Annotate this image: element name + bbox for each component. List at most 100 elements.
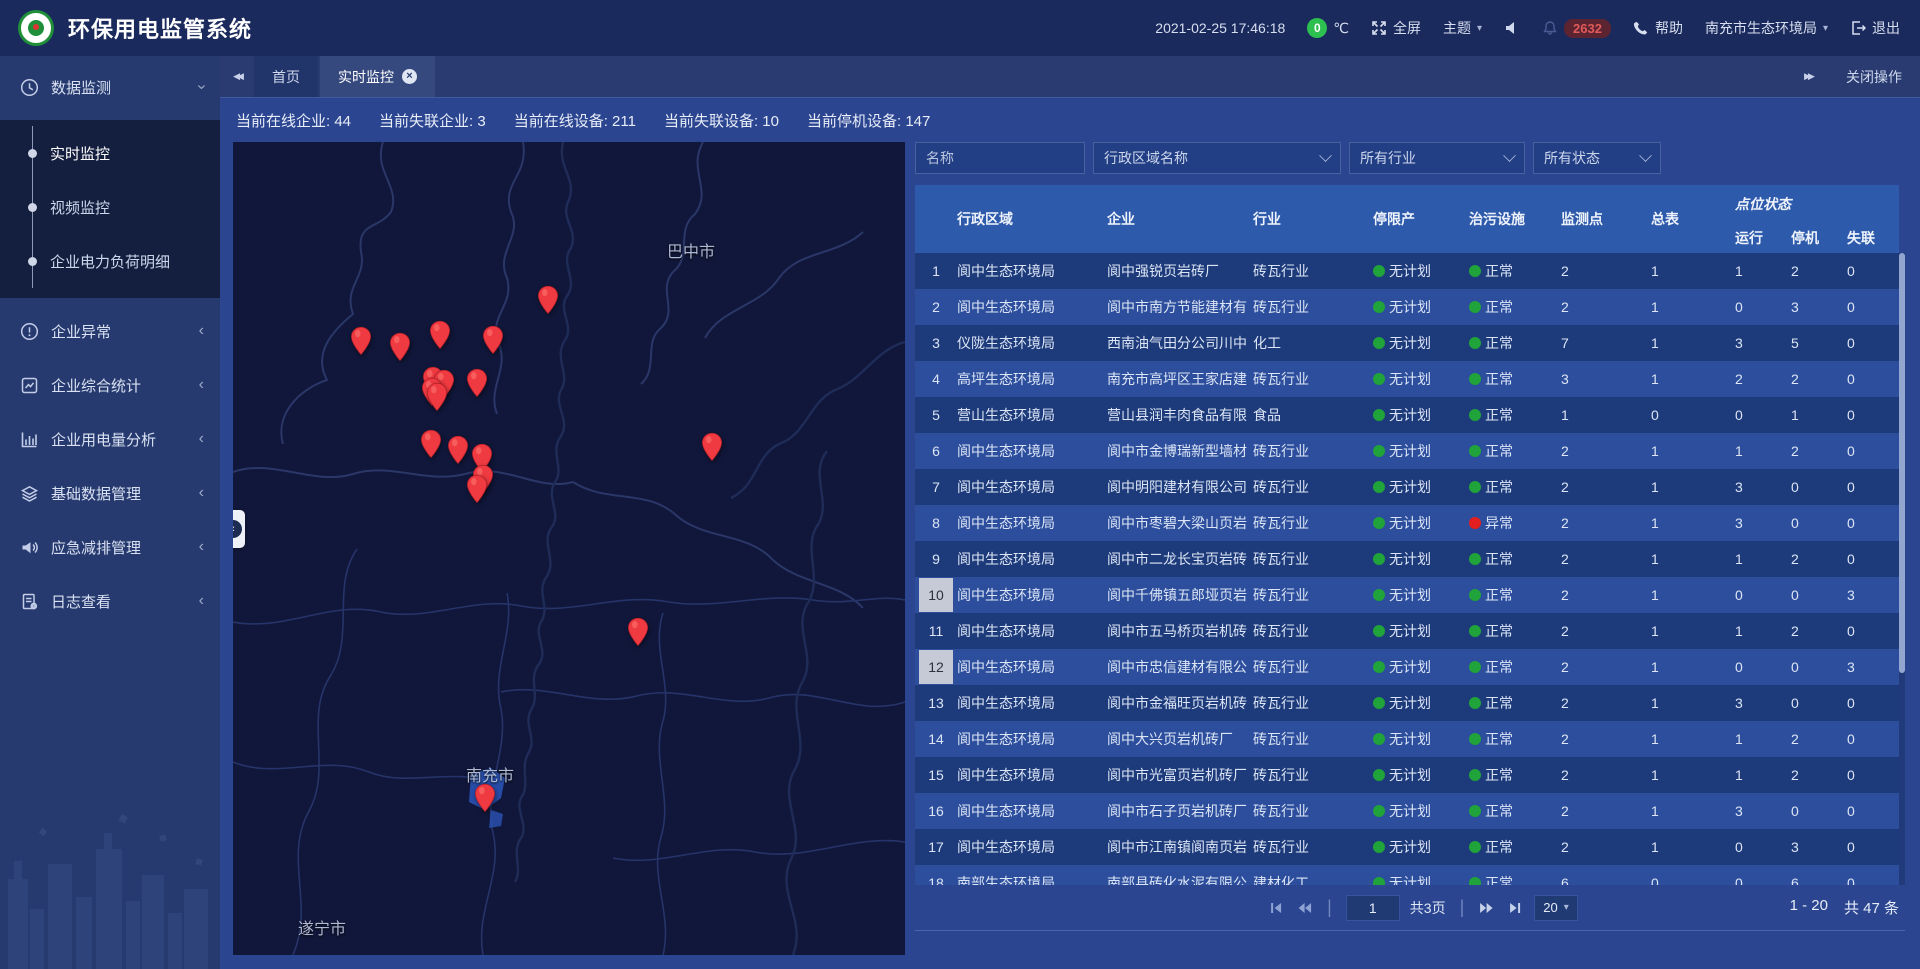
table-cell: 阆中市五马桥页岩机砖 — [1107, 613, 1253, 649]
map-canvas[interactable]: 巴中市南充市遂宁市 ‹ — [233, 142, 905, 955]
tabs-scroll-right-button[interactable]: ◀◀ — [1794, 71, 1828, 82]
map-pin-icon[interactable] — [701, 432, 723, 462]
tab-实时监控[interactable]: 实时监控× — [320, 56, 435, 97]
map-pin-icon[interactable] — [466, 368, 488, 398]
logout-button[interactable]: 退出 — [1850, 18, 1900, 38]
table-cell: 阆中市金福旺页岩机砖 — [1107, 685, 1253, 721]
col-lost: 失联 — [1847, 223, 1899, 253]
table-cell: 16 — [915, 793, 957, 829]
table-cell: 正常 — [1469, 577, 1561, 613]
map-pin-icon[interactable] — [482, 325, 504, 355]
next-page-button[interactable] — [1478, 900, 1496, 916]
prev-page-button[interactable] — [1295, 900, 1313, 916]
table-cell: 0 — [1847, 505, 1899, 541]
table-row[interactable]: 7阆中生态环境局阆中明阳建材有限公司砖瓦行业无计划正常21300 — [915, 469, 1899, 505]
table-cell: 砖瓦行业 — [1253, 289, 1373, 325]
map-pin-icon[interactable] — [474, 783, 496, 813]
table-cell: 1 — [1735, 541, 1791, 577]
status-dot-icon — [1469, 517, 1481, 529]
sidebar-collapse-handle[interactable]: ‹ — [233, 510, 245, 548]
datetime: 2021-02-25 17:46:18 — [1155, 20, 1285, 36]
table-cell: 1 — [1561, 397, 1651, 433]
industry-filter-select[interactable]: 所有行业 — [1349, 142, 1525, 174]
map-pin-icon[interactable] — [537, 285, 559, 315]
table-cell: 阆中生态环境局 — [957, 577, 1107, 613]
table-row[interactable]: 18南部生态环境局南部县砖化水泥有限公建材化工无计划正常60060 — [915, 865, 1899, 885]
page-size-select[interactable]: 20▾ — [1534, 895, 1578, 921]
map-pin-icon[interactable] — [426, 382, 448, 412]
table-row[interactable]: 14阆中生态环境局阆中大兴页岩机砖厂砖瓦行业无计划正常21120 — [915, 721, 1899, 757]
status-dot-icon — [1373, 517, 1385, 529]
map-pin-icon[interactable] — [447, 435, 469, 465]
map-pin-icon[interactable] — [389, 332, 411, 362]
page-number-input[interactable] — [1346, 895, 1400, 921]
table-cell: 砖瓦行业 — [1253, 433, 1373, 469]
sidebar-item-label: 企业用电量分析 — [51, 429, 199, 450]
table-cell: 无计划 — [1373, 685, 1469, 721]
org-dropdown[interactable]: 南充市生态环境局▾ — [1705, 18, 1828, 38]
table-row[interactable]: 17阆中生态环境局阆中市江南镇阆南页岩砖瓦行业无计划正常21030 — [915, 829, 1899, 865]
table-cell: 1 — [1651, 649, 1735, 685]
sidebar-item-2[interactable]: 企业异常‹ — [0, 310, 220, 352]
table-row[interactable]: 6阆中生态环境局阆中市金博瑞新型墙材砖瓦行业无计划正常21120 — [915, 433, 1899, 469]
sidebar-item-6[interactable]: 应急减排管理‹ — [0, 526, 220, 568]
table-row[interactable]: 4高坪生态环境局南充市高坪区王家店建砖瓦行业无计划正常31220 — [915, 361, 1899, 397]
sidebar-subitem-视频监控[interactable]: 视频监控 — [0, 180, 220, 234]
table-row[interactable]: 15阆中生态环境局阆中市光富页岩机砖厂砖瓦行业无计划正常21120 — [915, 757, 1899, 793]
logout-icon — [1850, 20, 1866, 36]
map-pin-icon[interactable] — [420, 429, 442, 459]
notifications-button[interactable]: 2632 — [1542, 19, 1611, 38]
sidebar-subitem-企业电力负荷明细[interactable]: 企业电力负荷明细 — [0, 234, 220, 288]
table-cell: 正常 — [1469, 325, 1561, 361]
last-page-button[interactable] — [1506, 900, 1524, 916]
sidebar-item-7[interactable]: 日志查看‹ — [0, 580, 220, 622]
status-dot-icon — [1469, 373, 1481, 385]
table-row[interactable]: 12阆中生态环境局阆中市忠信建材有限公砖瓦行业无计划正常21003 — [915, 649, 1899, 685]
table-row[interactable]: 9阆中生态环境局阆中市二龙长宝页岩砖砖瓦行业无计划正常21120 — [915, 541, 1899, 577]
region-filter-select[interactable]: 行政区域名称 — [1093, 142, 1341, 174]
tab-首页[interactable]: 首页 — [254, 56, 318, 97]
tab-close-icon[interactable]: × — [402, 69, 417, 84]
table-row[interactable]: 5营山生态环境局营山县润丰肉食品有限食品无计划正常10010 — [915, 397, 1899, 433]
table-cell: 1 — [1651, 361, 1735, 397]
tabs-scroll-left-button[interactable]: ◀◀ — [220, 56, 254, 97]
table-scrollbar-thumb[interactable] — [1899, 253, 1905, 673]
table-row[interactable]: 2阆中生态环境局阆中市南方节能建材有砖瓦行业无计划正常21030 — [915, 289, 1899, 325]
table-cell: 正常 — [1469, 433, 1561, 469]
status-filter-select[interactable]: 所有状态 — [1533, 142, 1661, 174]
sidebar-item-4[interactable]: 企业用电量分析‹ — [0, 418, 220, 460]
status-dot-icon — [1469, 661, 1481, 673]
table-cell: 砖瓦行业 — [1253, 721, 1373, 757]
sidebar-subitem-实时监控[interactable]: 实时监控 — [0, 126, 220, 180]
help-button[interactable]: 帮助 — [1633, 18, 1683, 38]
sidebar-item-3[interactable]: 企业综合统计‹ — [0, 364, 220, 406]
table-cell: 5 — [1791, 325, 1847, 361]
table-row[interactable]: 1阆中生态环境局阆中强锐页岩砖厂砖瓦行业无计划正常21120 — [915, 253, 1899, 289]
close-operations-button[interactable]: 关闭操作 — [1846, 67, 1902, 87]
table-row[interactable]: 11阆中生态环境局阆中市五马桥页岩机砖砖瓦行业无计划正常21120 — [915, 613, 1899, 649]
table-row[interactable]: 13阆中生态环境局阆中市金福旺页岩机砖砖瓦行业无计划正常21300 — [915, 685, 1899, 721]
sidebar-item-label: 应急减排管理 — [51, 537, 199, 558]
map-pin-icon[interactable] — [466, 474, 488, 504]
table-row[interactable]: 3仪陇生态环境局西南油气田分公司川中化工无计划正常71350 — [915, 325, 1899, 361]
status-dot-icon — [1373, 805, 1385, 817]
sidebar-item-1[interactable]: 数据监测‹ — [0, 66, 220, 108]
table-row[interactable]: 10阆中生态环境局阆中千佛镇五郎垭页岩砖瓦行业无计划正常21003 — [915, 577, 1899, 613]
theme-dropdown[interactable]: 主题▾ — [1443, 18, 1482, 38]
map-pin-icon[interactable] — [429, 320, 451, 350]
table-cell: 0 — [1847, 541, 1899, 577]
first-page-button[interactable] — [1267, 900, 1285, 916]
table-row[interactable]: 16阆中生态环境局阆中市石子页岩机砖厂砖瓦行业无计划正常21300 — [915, 793, 1899, 829]
table-row[interactable]: 8阆中生态环境局阆中市枣碧大梁山页岩砖瓦行业无计划异常21300 — [915, 505, 1899, 541]
name-filter-input[interactable] — [926, 150, 1074, 166]
map-pin-icon[interactable] — [350, 326, 372, 356]
fullscreen-button[interactable]: 全屏 — [1371, 18, 1421, 38]
col-industry: 行业 — [1253, 185, 1373, 253]
table-cell: 南充市高坪区王家店建 — [1107, 361, 1253, 397]
map-pin-icon[interactable] — [627, 617, 649, 647]
table-cell: 砖瓦行业 — [1253, 685, 1373, 721]
sidebar-item-5[interactable]: 基础数据管理‹ — [0, 472, 220, 514]
mute-button[interactable] — [1504, 20, 1520, 36]
table-cell: 南部县砖化水泥有限公 — [1107, 865, 1253, 885]
table-cell: 0 — [1847, 793, 1899, 829]
